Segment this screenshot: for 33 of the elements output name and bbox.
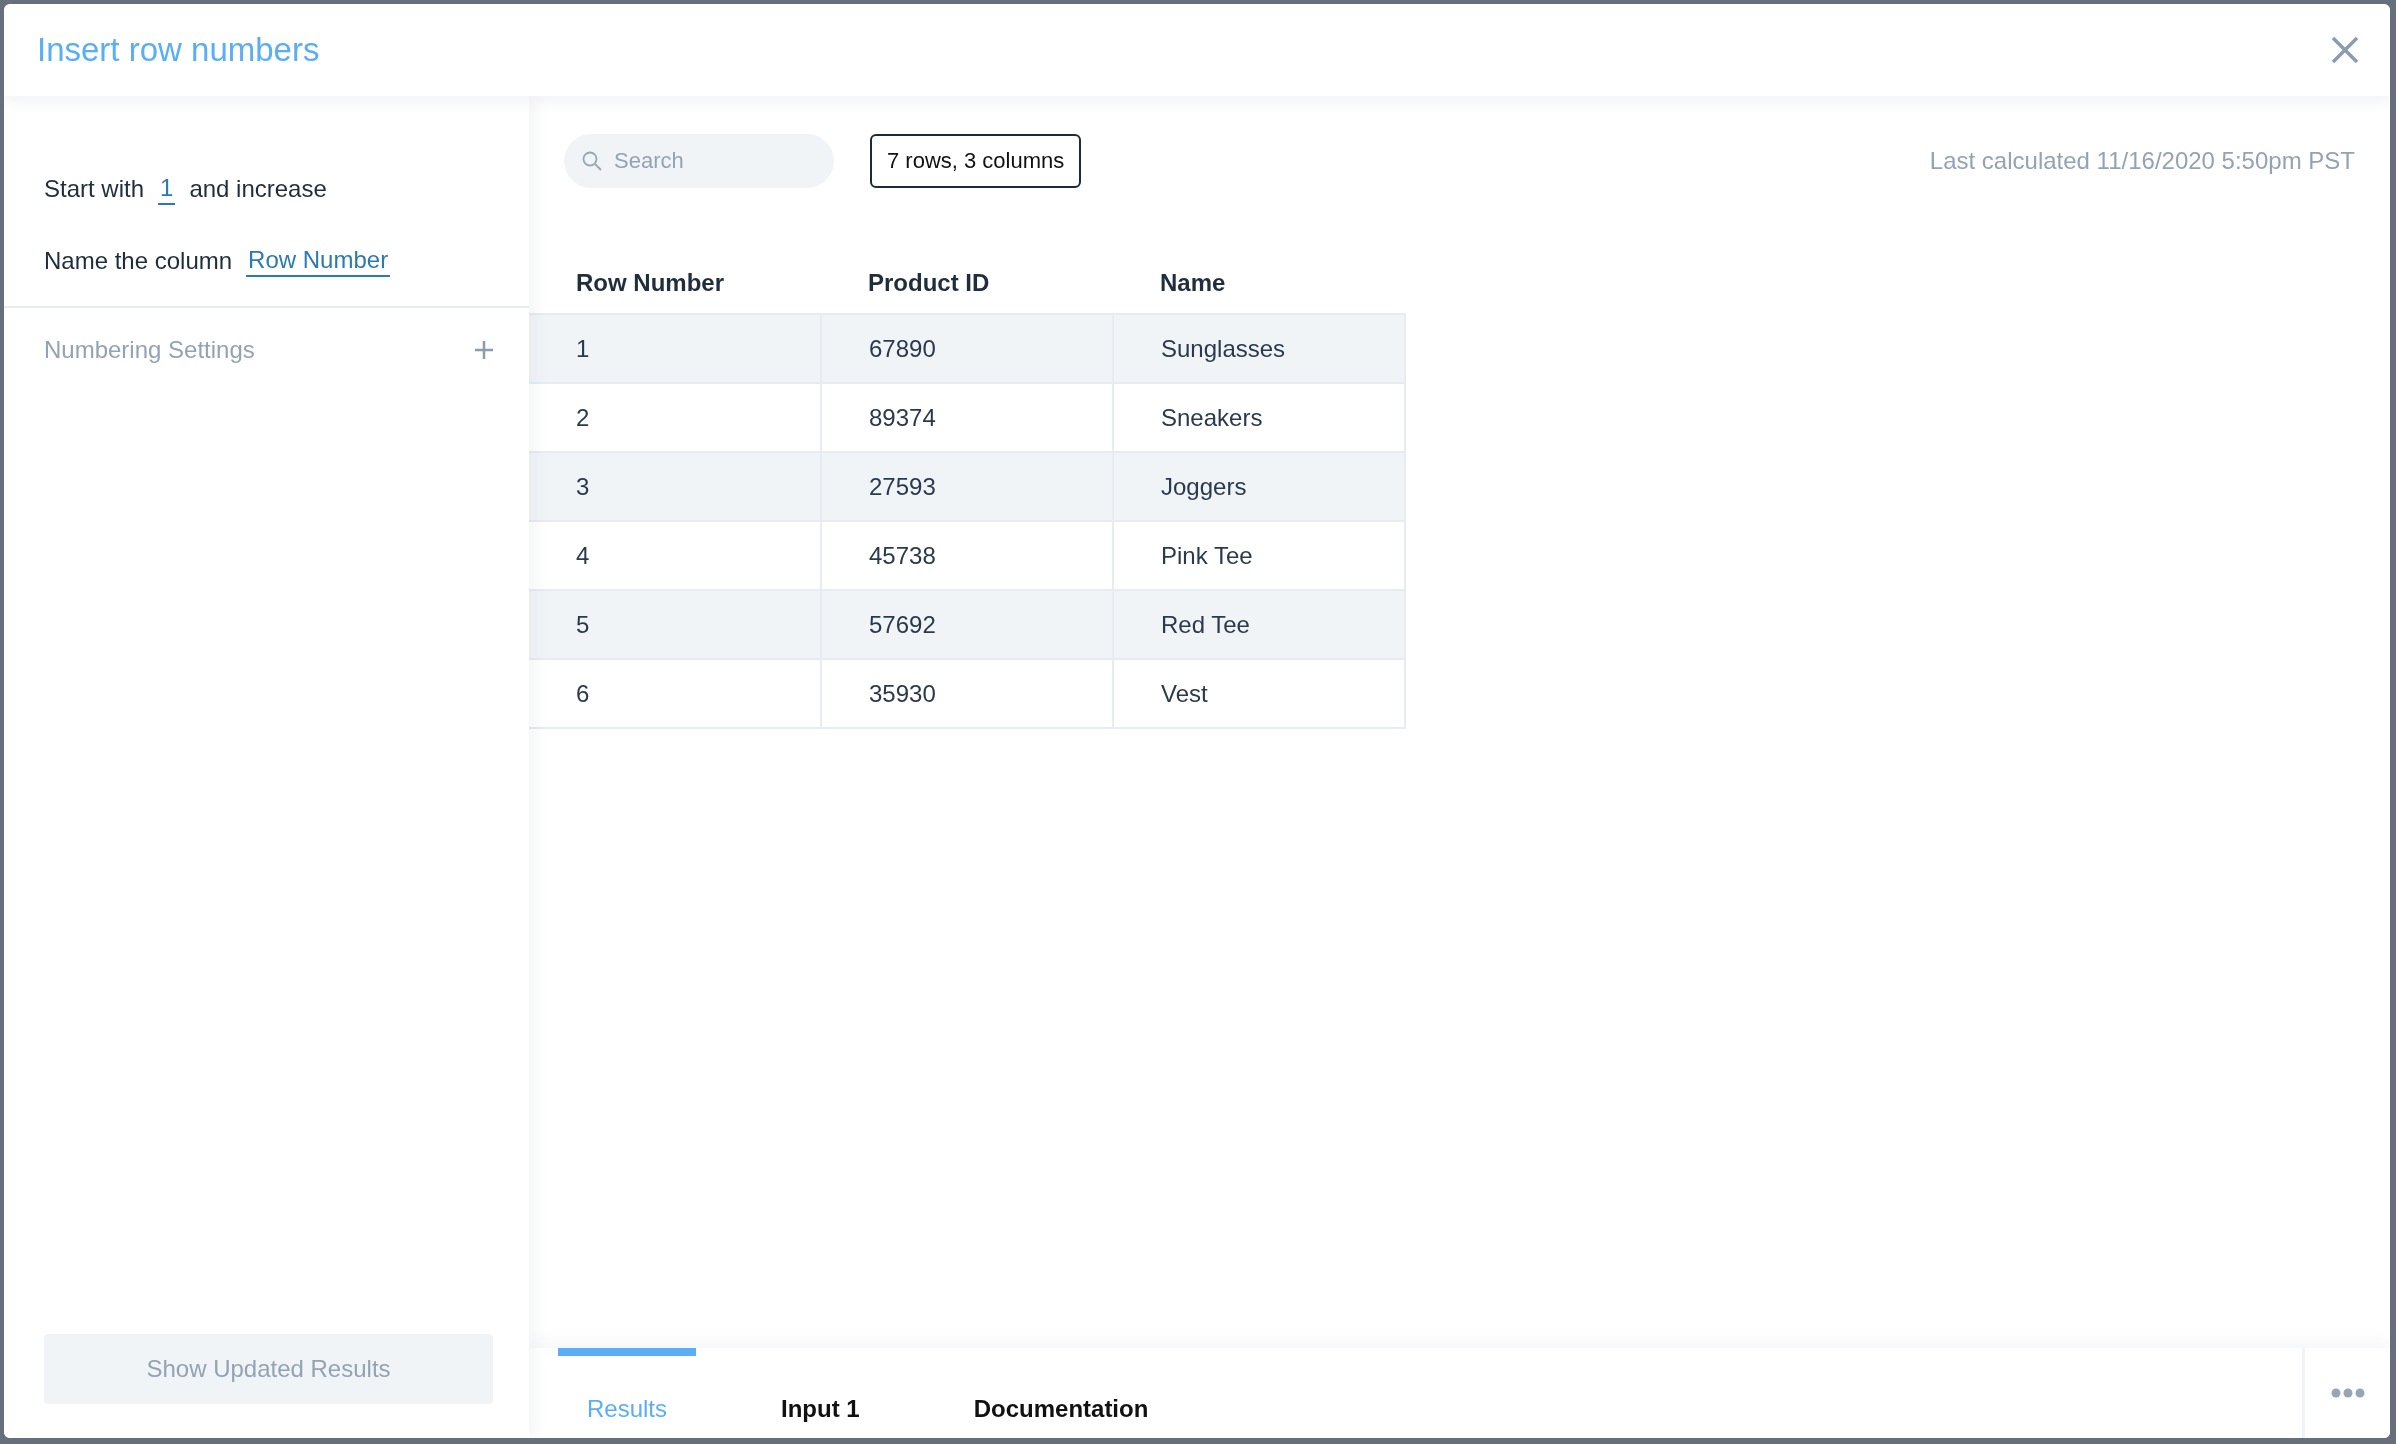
expand-button[interactable] (472, 338, 496, 362)
search-field[interactable]: Search (564, 134, 834, 188)
table-cell: Joggers (1113, 452, 1405, 521)
more-icon (2330, 1388, 2365, 1398)
column-header: Row Number (529, 253, 821, 314)
row-count-badge: 7 rows, 3 columns (870, 134, 1082, 188)
last-calculated-text: Last calculated 11/16/2020 5:50pm PST (1929, 147, 2355, 175)
start-label: Start with (44, 175, 145, 203)
table-cell: 27593 (821, 452, 1113, 521)
increase-label: and increase (189, 175, 327, 203)
dialog-title: Insert row numbers (37, 31, 320, 69)
start-value-field[interactable]: 1 (158, 173, 176, 205)
table-cell: 57692 (821, 590, 1113, 659)
tab[interactable]: Documentation (944, 1348, 1178, 1438)
table-cell: 6 (529, 659, 821, 728)
tab[interactable]: Results (558, 1348, 697, 1438)
close-button[interactable] (2330, 35, 2360, 65)
column-header: Product ID (821, 253, 1113, 314)
plus-icon (472, 338, 496, 362)
table-cell: Red Tee (1113, 590, 1405, 659)
tab[interactable]: Input 1 (752, 1348, 889, 1438)
section-title: Numbering Settings (44, 336, 255, 364)
table-cell: 1 (529, 314, 821, 383)
table-cell: 3 (529, 452, 821, 521)
table-cell: 5 (529, 590, 821, 659)
table-cell: 35930 (821, 659, 1113, 728)
table-cell: 67890 (821, 314, 1113, 383)
close-icon (2330, 35, 2360, 65)
table-cell: Vest (1113, 659, 1405, 728)
column-name-label: Name the column (44, 247, 233, 275)
column-header: Name (1113, 253, 1405, 314)
table-cell: Sunglasses (1113, 314, 1405, 383)
column-name-field[interactable]: Row Number (246, 245, 391, 277)
